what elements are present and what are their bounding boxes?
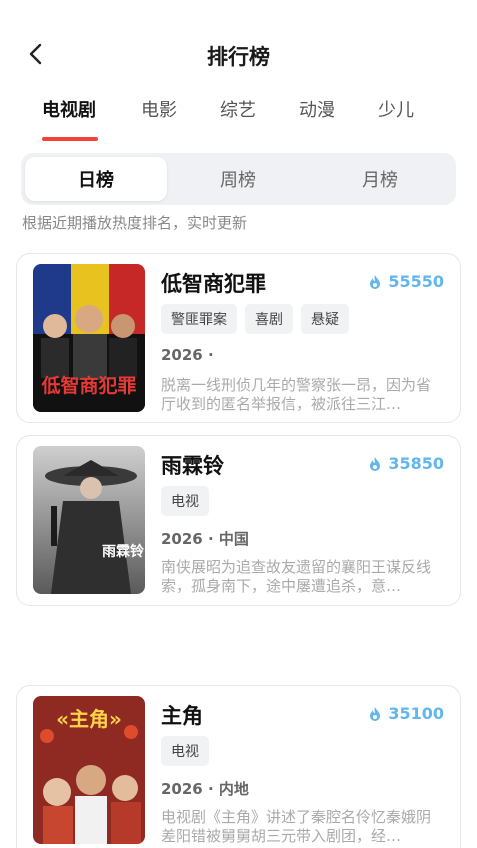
tag: 喜剧 bbox=[245, 304, 293, 334]
item-title: 主角 bbox=[161, 704, 203, 728]
poster-image: 低智商犯罪 bbox=[33, 264, 145, 412]
ranking-hint: 根据近期播放热度排名，实时更新 bbox=[22, 214, 248, 232]
tag: 悬疑 bbox=[301, 304, 349, 334]
tab-movie[interactable]: 电影 bbox=[141, 96, 177, 122]
item-description: 南侠展昭为追查故友遗留的襄阳王谋反线索，孤身南下，途中屡遭追杀，意… bbox=[161, 558, 432, 595]
item-meta: 2026 · 中国 bbox=[161, 530, 249, 548]
tag: 警匪罪案 bbox=[161, 304, 237, 334]
poster-logo-text: 低智商犯罪 bbox=[40, 374, 136, 397]
tag-list: 电视 bbox=[161, 486, 209, 516]
heat-score: 35850 bbox=[368, 454, 444, 473]
segment-weekly[interactable]: 周榜 bbox=[167, 157, 309, 201]
tag-list: 电视 bbox=[161, 736, 209, 766]
tag-list: 警匪罪案 喜剧 悬疑 bbox=[161, 304, 349, 334]
item-description: 脱离一线刑侦几年的警察张一昂，因为省厅收到的匿名举报信，被派往三江… bbox=[161, 376, 432, 413]
item-title: 雨霖铃 bbox=[161, 454, 224, 478]
flame-icon bbox=[370, 274, 381, 289]
segment-monthly[interactable]: 月榜 bbox=[309, 157, 451, 201]
item-description: 电视剧《主角》讲述了秦腔名伶忆秦娥阴差阳错被舅舅胡三元带入剧团，经… bbox=[161, 808, 432, 845]
ranking-card[interactable]: «主角» 主角 35100 电视 2026 · 内地 电视剧《主角》讲述了秦腔名… bbox=[16, 685, 461, 848]
ranking-card[interactable]: 雨霖铃 雨霖铃 35850 电视 2026 · 中国 南侠展昭为追查故友遗留的襄… bbox=[16, 435, 461, 606]
heat-score: 35100 bbox=[368, 704, 444, 723]
item-title: 低智商犯罪 bbox=[161, 272, 266, 296]
tab-tv-series[interactable]: 电视剧 bbox=[42, 96, 96, 122]
active-tab-indicator bbox=[42, 137, 98, 141]
item-meta: 2026 · 内地 bbox=[161, 780, 249, 798]
header: 排行榜 bbox=[0, 0, 477, 110]
item-meta: 2026 · bbox=[161, 346, 214, 364]
tab-kids[interactable]: 少儿 bbox=[378, 96, 414, 122]
period-segment-control: 日榜 周榜 月榜 bbox=[21, 153, 456, 205]
segment-daily[interactable]: 日榜 bbox=[25, 157, 167, 201]
heat-value: 35100 bbox=[388, 704, 444, 723]
flame-icon bbox=[370, 706, 381, 721]
tag: 电视 bbox=[161, 486, 209, 516]
heat-value: 35850 bbox=[388, 454, 444, 473]
tab-anime[interactable]: 动漫 bbox=[299, 96, 335, 122]
poster-logo-text: 雨霖铃 bbox=[102, 543, 144, 560]
tab-variety[interactable]: 综艺 bbox=[220, 96, 256, 122]
poster-logo-text: «主角» bbox=[56, 707, 122, 731]
page-title: 排行榜 bbox=[207, 45, 270, 69]
flame-icon bbox=[370, 456, 381, 471]
heat-score: 55550 bbox=[368, 272, 444, 291]
poster-image: 雨霖铃 bbox=[33, 446, 145, 594]
ranking-card[interactable]: 低智商犯罪 低智商犯罪 55550 警匪罪案 喜剧 悬疑 2026 · 脱离一线… bbox=[16, 253, 461, 423]
heat-value: 55550 bbox=[388, 272, 444, 291]
tag: 电视 bbox=[161, 736, 209, 766]
poster-image: «主角» bbox=[33, 696, 145, 844]
